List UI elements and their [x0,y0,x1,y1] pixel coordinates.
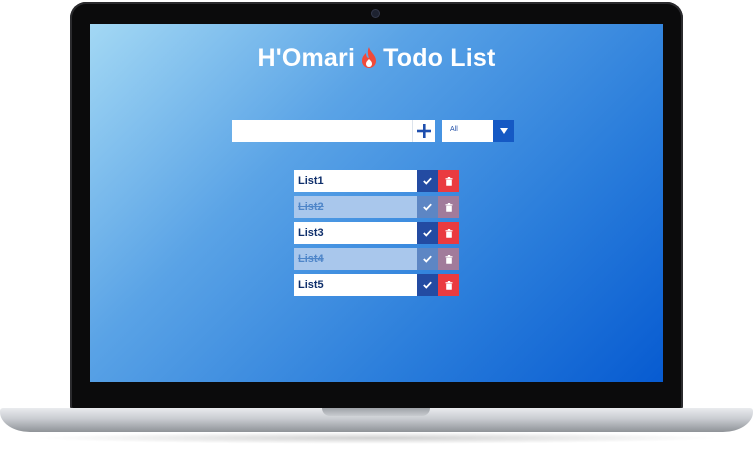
todo-text: List4 [294,248,417,270]
trash-icon [445,280,452,290]
todo-list: List1 List2 List3 List4 List5 [294,170,460,300]
filter-selected-value: All [450,126,458,133]
flame-icon [359,46,379,77]
trash-icon [445,228,452,238]
todo-text: List1 [294,170,417,192]
trash-icon [445,202,452,212]
filter-select[interactable]: All [442,120,514,142]
title-left: H'Omari [257,44,356,72]
todo-item: List3 [294,222,460,244]
app-screen: H'Omari Todo List All List1 List2 List3 List… [90,24,663,382]
delete-button[interactable] [438,222,459,244]
laptop-base [0,408,753,432]
complete-button[interactable] [417,248,438,270]
complete-button[interactable] [417,222,438,244]
todo-item: List4 [294,248,460,270]
complete-button[interactable] [417,196,438,218]
todo-item: List1 [294,170,460,192]
laptop-lid: H'Omari Todo List All List1 List2 List3 List… [70,2,683,410]
complete-button[interactable] [417,274,438,296]
todo-item: List5 [294,274,460,296]
todo-input[interactable] [232,120,412,142]
delete-button[interactable] [438,196,459,218]
check-icon [423,203,432,211]
trash-icon [445,176,452,186]
webcam-icon [372,10,379,17]
delete-button[interactable] [438,248,459,270]
complete-button[interactable] [417,170,438,192]
check-icon [423,255,432,263]
trash-icon [445,254,452,264]
add-todo-button[interactable] [412,120,435,142]
caret-down-icon [493,120,514,142]
delete-button[interactable] [438,274,459,296]
page-title: H'Omari Todo List [90,44,663,77]
laptop-shadow [30,432,723,444]
todo-text: List5 [294,274,417,296]
plus-icon [417,124,431,138]
check-icon [423,177,432,185]
todo-text: List2 [294,196,417,218]
todo-item: List2 [294,196,460,218]
check-icon [423,229,432,237]
laptop-notch [322,408,430,416]
check-icon [423,281,432,289]
delete-button[interactable] [438,170,459,192]
todo-text: List3 [294,222,417,244]
title-right: Todo List [383,44,496,72]
